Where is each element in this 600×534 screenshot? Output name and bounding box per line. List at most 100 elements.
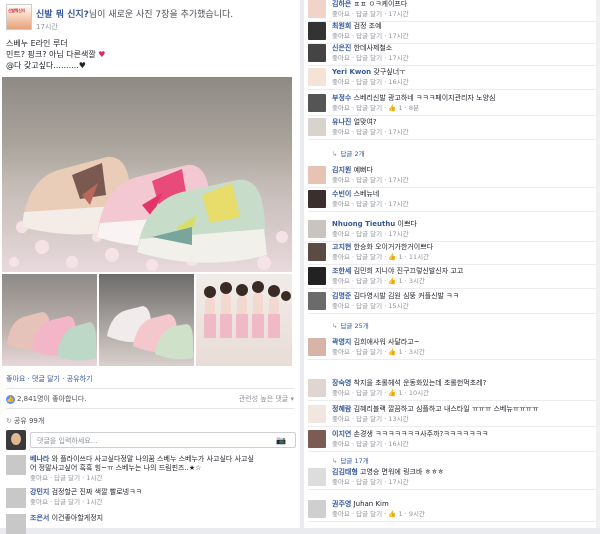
commenter-avatar[interactable] — [308, 0, 326, 18]
comment-body: 조한세 김민희 지니야 진구끄렇신발신자 고고 좋아요 · 답글 달기 · 👍 1… — [332, 267, 594, 286]
divider — [6, 388, 294, 389]
commenter-name[interactable]: 베나라 — [30, 455, 49, 463]
comment-meta[interactable]: 좋아요 · 답글 달기 · 17시간 — [332, 128, 594, 137]
comment-meta[interactable]: 좋아요 · 답글 달기 · 13시간 — [332, 415, 594, 424]
commenter-avatar[interactable] — [308, 430, 326, 448]
commenter-avatar[interactable] — [308, 379, 326, 397]
photo-thumb-2[interactable] — [99, 274, 194, 366]
comment-meta[interactable]: 좋아요 · 답글 달기 · 👍 1 · 3시간 — [332, 348, 594, 357]
commenter-avatar[interactable] — [308, 292, 326, 310]
commenter-avatar[interactable] — [308, 22, 326, 40]
commenter-avatar[interactable] — [308, 190, 326, 208]
comment-meta[interactable]: 좋아요 · 답글 달기 · 17시간 — [332, 176, 594, 185]
comment-meta[interactable]: 좋아요 · 답글 달기 · 17시간 — [332, 10, 594, 19]
commenter-name[interactable]: 김명준 — [332, 292, 351, 300]
commenter-name[interactable]: 고지현 — [332, 243, 351, 251]
shares-summary[interactable]: ↻ 공유 99개 — [6, 416, 44, 426]
view-replies-link[interactable]: ↳ 답글 2개 — [332, 148, 365, 158]
commenter-name[interactable]: 부정수 — [332, 94, 351, 102]
commenter-name[interactable]: 조한세 — [332, 267, 351, 275]
commenter-name[interactable]: Yeri Kwon — [332, 68, 371, 76]
comment-meta[interactable]: 좋아요 · 답글 달기 · 1시간 — [30, 498, 292, 507]
commenter-name[interactable]: Nhuong Tieuthu — [332, 220, 395, 228]
reply-arrow-icon: ↳ — [332, 457, 338, 465]
commenter-avatar[interactable] — [308, 118, 326, 136]
comment-meta[interactable]: 좋아요 · 답글 달기 · 👍 1 · 3시간 — [332, 277, 594, 286]
comment-meta[interactable]: 좋아요 · 답글 달기 · 17시간 — [332, 478, 594, 487]
commenter-avatar[interactable] — [308, 338, 326, 356]
likes-summary[interactable]: 👍 2,841명이 좋아합니다. — [6, 394, 87, 404]
view-replies-link[interactable]: ↳ 답글 17개 — [332, 455, 369, 465]
comment-body: 베나라 와 플라이쓰다 사고싶다정말 나의꿈 스베누 스베누가 사고싶다 사고싶… — [30, 455, 292, 483]
commenter-avatar[interactable] — [308, 243, 326, 261]
comment-meta[interactable]: 좋아요 · 답글 달기 · 16시간 — [332, 440, 594, 449]
divider — [308, 313, 598, 314]
comment-meta[interactable]: 좋아요 · 답글 달기 · 17시간 — [332, 54, 594, 63]
commenter-name[interactable]: 장숙영 — [332, 379, 351, 387]
comment-text: 이건좋아할게정지 — [51, 514, 104, 522]
comment-text-line: 강민지 검정할곤 진짜 색깔 빨로넹ㅋㅋ — [30, 488, 292, 497]
commenter-name[interactable]: 이지연 — [332, 430, 351, 438]
commenter-name[interactable]: 김하은 — [332, 0, 351, 8]
camera-icon[interactable]: 📷 — [276, 436, 286, 445]
view-replies-link[interactable]: ↳ 답글 25개 — [332, 320, 369, 330]
commenter-name[interactable]: 신은진 — [332, 44, 351, 52]
comment-text-line: 최원희 검정 조예 — [332, 22, 594, 31]
commenter-name[interactable]: 정혜람 — [332, 405, 351, 413]
comment-meta[interactable]: 좋아요 · 답글 달기 · 👍 1 · 11시간 — [332, 253, 594, 262]
commenter-name[interactable]: 유나진 — [332, 118, 351, 126]
comment-body: 최원희 검정 조예 좋아요 · 답글 달기 · 17시간 — [332, 22, 594, 41]
divider — [308, 264, 598, 265]
comment-meta[interactable]: 좋아요 · 답글 달기 · 👍 1 · 9시간 — [332, 510, 594, 519]
commenter-avatar[interactable] — [308, 166, 326, 184]
commenter-avatar[interactable] — [6, 455, 26, 475]
commenter-avatar[interactable] — [308, 405, 326, 423]
commenter-name[interactable]: 강민지 — [30, 488, 49, 496]
photo-thumb-3-group[interactable] — [196, 274, 292, 366]
post-timestamp[interactable]: 17시간 — [36, 22, 58, 32]
comment-meta[interactable]: 좋아요 · 답글 달기 · 17시간 — [332, 32, 594, 41]
commenter-avatar[interactable] — [6, 514, 26, 534]
comment-meta[interactable]: 좋아요 · 답글 달기 · 17시간 — [332, 200, 594, 209]
comment-body: 김지원 예뻐다좋아요 · 답글 달기 · 17시간 — [332, 166, 594, 185]
post-text: 스베누 E라인 루더 민트? 핑크? 아님 다른색깔 ♥ @다 갖고싶다....… — [6, 38, 105, 71]
post-line: @다 갖고싶다..........♥ — [6, 61, 86, 70]
comment-meta[interactable]: 좋아요 · 답글 달기 · 1시간 — [30, 474, 292, 483]
comment-button[interactable]: 댓글 달기 — [32, 375, 60, 383]
commenter-name[interactable]: 최원희 — [332, 22, 351, 30]
commenter-avatar[interactable] — [308, 44, 326, 62]
commenter-avatar[interactable] — [308, 267, 326, 285]
page-name-link[interactable]: 신발 뭐 신지? — [36, 10, 89, 20]
separator: · — [25, 375, 33, 383]
comment-meta[interactable]: 좋아요 · 답글 달기 · 17시간 — [332, 230, 594, 239]
comment-meta[interactable]: 좋아요 · 답글 달기 · 👍 1 · 8분 — [332, 104, 594, 113]
commenter-name[interactable]: 곽영지 — [332, 338, 351, 346]
comment-meta[interactable]: 좋아요 · 답글 달기 · 15시간 — [332, 302, 594, 311]
post-actions: 좋아요 · 댓글 달기 · 공유하기 — [6, 374, 92, 384]
commenter-name[interactable]: 수빈이 — [332, 190, 351, 198]
like-button[interactable]: 좋아요 — [6, 375, 25, 383]
scrollbar[interactable] — [596, 0, 600, 528]
commenter-name[interactable]: 김김태형 — [332, 468, 358, 476]
commenter-avatar[interactable] — [308, 220, 326, 238]
comment-meta[interactable]: 좋아요 · 답글 달기 · 👍 1 · 10시간 — [332, 389, 594, 398]
comment-sort-dropdown[interactable]: 관련성 높은 댓글 ▾ — [239, 394, 294, 404]
comment-meta[interactable]: 좋아요 · 답글 달기 · 16시간 — [332, 78, 594, 87]
main-photo-sneakers[interactable] — [2, 77, 292, 272]
commenter-avatar[interactable] — [6, 488, 26, 508]
comment-text: 예뻐다 — [353, 166, 373, 174]
commenter-name[interactable]: 김지원 — [332, 166, 351, 174]
commenter-avatar[interactable] — [308, 68, 326, 86]
commenter-avatar[interactable] — [308, 500, 326, 518]
share-button[interactable]: 공유하기 — [67, 375, 93, 383]
commenter-name[interactable]: 조은서 — [30, 514, 49, 522]
reply-arrow-icon: ↳ — [332, 150, 338, 158]
comment-input[interactable]: 댓글을 입력하세요... — [30, 432, 296, 448]
commenter-name[interactable]: 권주영 — [332, 500, 351, 508]
commenter-avatar[interactable] — [308, 94, 326, 112]
commenter-avatar[interactable] — [308, 468, 326, 486]
comment-text-line: 부정수 스베리신발 광고하네 ㅋㅋㅋ페이지관리자 노양심 — [332, 94, 594, 103]
photo-thumb-1[interactable] — [2, 274, 97, 366]
comment-text-line: 유나진 얼맞여? — [332, 118, 594, 127]
page-avatar[interactable]: 신발뭐신지 — [6, 4, 32, 30]
